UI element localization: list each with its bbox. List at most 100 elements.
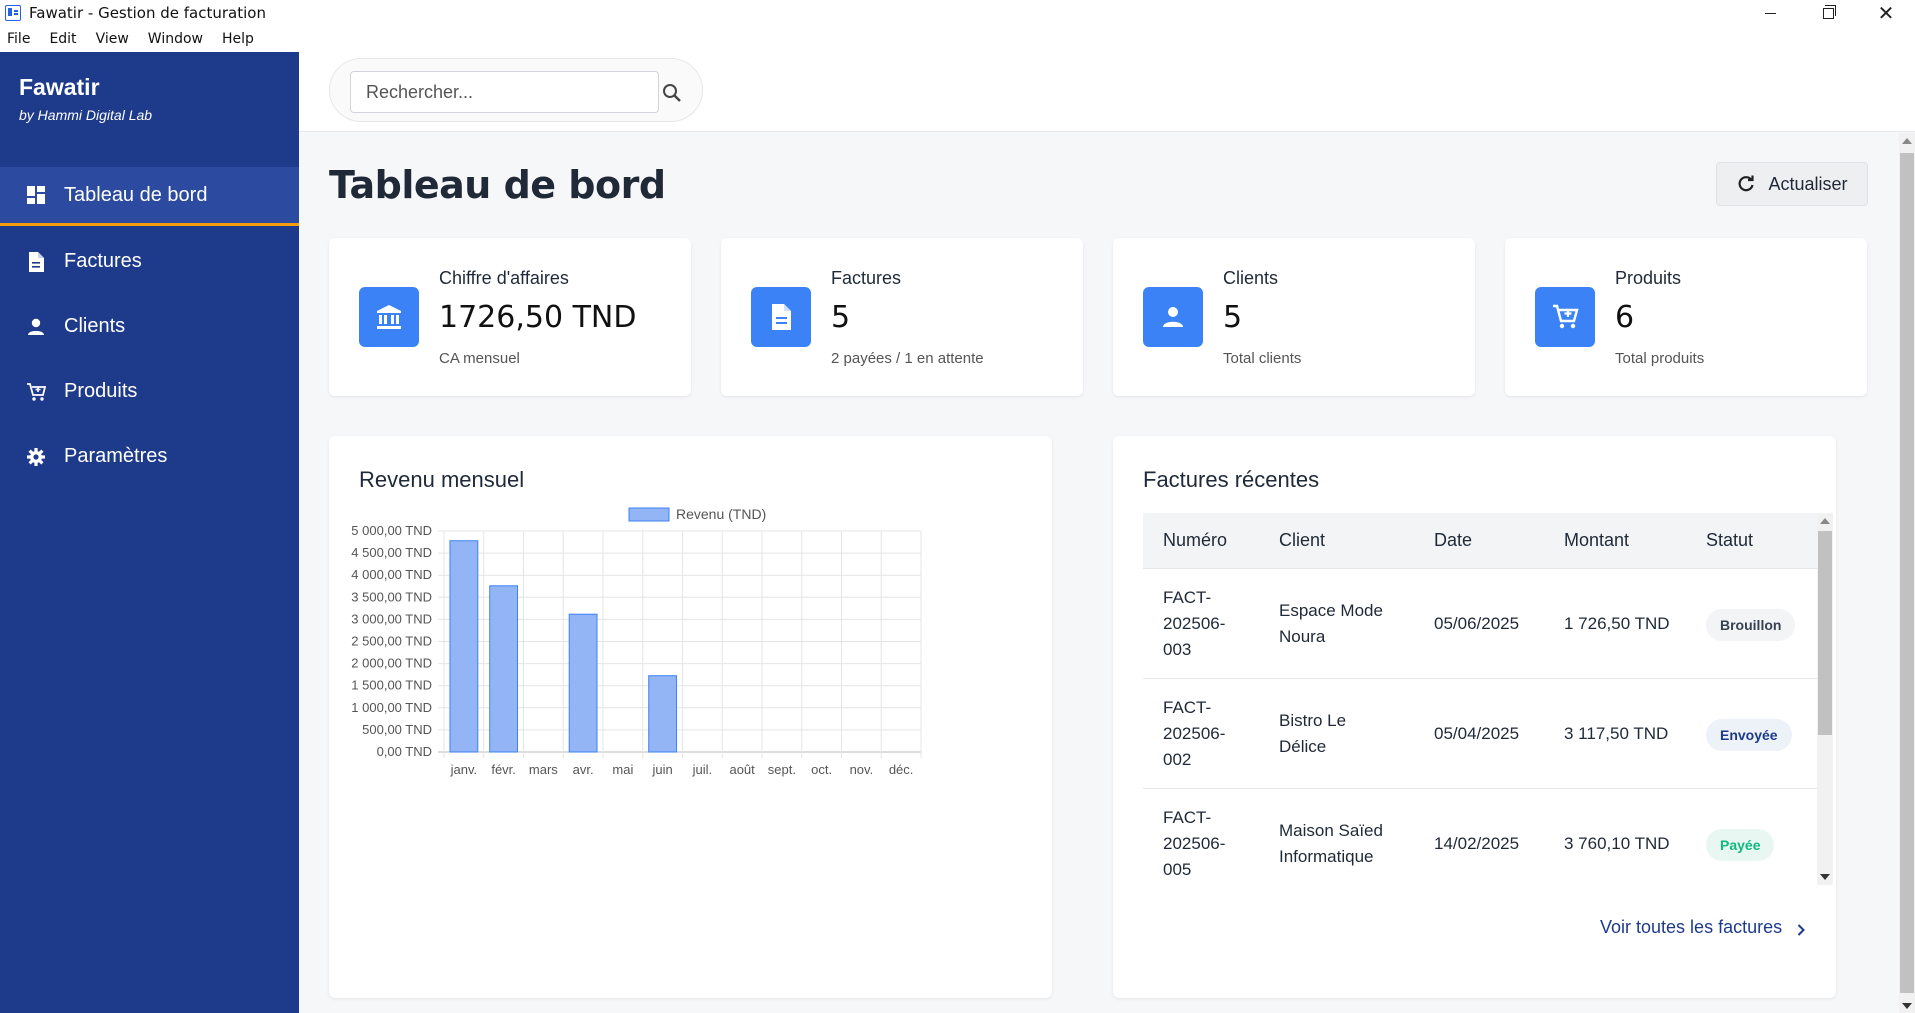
table-header: Numéro Client Date Montant Statut <box>1143 513 1817 569</box>
invoice-date: 05/04/2025 <box>1434 724 1520 743</box>
status-badge: Payée <box>1706 829 1775 861</box>
stat-sub: CA mensuel <box>439 350 520 367</box>
client-line: Maison Saïed <box>1279 821 1383 840</box>
stat-card-products: Produits 6 Total produits <box>1505 238 1867 396</box>
table-row[interactable]: FACT- 202506- 003 Espace Mode Noura 05/0… <box>1143 569 1817 679</box>
invoice-amount: 1 726,50 TND <box>1564 614 1670 633</box>
stat-card-clients: Clients 5 Total clients <box>1113 238 1475 396</box>
invoice-date: 05/06/2025 <box>1434 614 1520 633</box>
stat-card-invoices: Factures 5 2 payées / 1 en attente <box>721 238 1083 396</box>
brand: Fawatir by Hammi Digital Lab <box>0 52 299 165</box>
minimize-button[interactable] <box>1741 0 1799 26</box>
status-badge: Envoyée <box>1706 719 1792 751</box>
invoice-amount: 3 760,10 TND <box>1564 834 1670 853</box>
sidebar-item-label: Clients <box>64 315 126 337</box>
sidebar: Fawatir by Hammi Digital Lab Tableau de … <box>0 52 299 1013</box>
revenue-panel: Revenu mensuel 0,00 TND 500,00 TND 1 000,0… <box>329 436 1052 998</box>
refresh-icon <box>1736 174 1756 194</box>
invoice-number-line: 202506- <box>1163 614 1226 633</box>
person-icon <box>1143 287 1203 347</box>
y-tick-label: 5 000,00 TND <box>351 523 432 538</box>
column-header[interactable]: Statut <box>1706 530 1753 551</box>
column-header[interactable]: Client <box>1279 530 1325 551</box>
sidebar-item-produits[interactable]: Produits <box>0 362 299 421</box>
refresh-label: Actualiser <box>1768 173 1848 194</box>
invoice-number-line: 202506- <box>1163 834 1226 853</box>
bank-icon <box>359 287 419 347</box>
x-tick-label: sept. <box>768 762 796 777</box>
maximize-button[interactable] <box>1799 0 1857 26</box>
menu-window[interactable]: Window <box>148 31 203 47</box>
chart-bar <box>449 540 479 753</box>
column-header[interactable]: Numéro <box>1163 530 1227 551</box>
page-scrollbar[interactable] <box>1899 133 1915 1013</box>
table-row[interactable]: FACT- 202506- 005 Maison Saïed Informati… <box>1143 789 1817 885</box>
scroll-thumb[interactable] <box>1900 153 1914 993</box>
menu-view[interactable]: View <box>96 31 129 47</box>
scroll-thumb[interactable] <box>1818 531 1832 735</box>
sidebar-item-clients[interactable]: Clients <box>0 297 299 356</box>
stat-sub: 2 payées / 1 en attente <box>831 350 984 367</box>
chevron-right-icon <box>1794 921 1808 936</box>
y-tick-label: 1 000,00 TND <box>351 700 432 715</box>
client-line: Bistro Le <box>1279 711 1347 730</box>
stat-sub: Total clients <box>1223 350 1302 367</box>
x-tick-label: janv. <box>450 762 478 777</box>
sidebar-item-factures[interactable]: Factures <box>0 232 299 291</box>
invoices-table: Numéro Client Date Montant Statut FACT- … <box>1143 513 1833 885</box>
table-scrollbar[interactable] <box>1817 513 1833 885</box>
client-line: Espace Mode <box>1279 601 1383 620</box>
invoice-number-line: FACT- <box>1163 808 1212 827</box>
sidebar-item-label: Paramètres <box>64 445 168 467</box>
menu-help[interactable]: Help <box>222 31 254 47</box>
y-tick-label: 500,00 TND <box>362 722 432 737</box>
x-tick-label: nov. <box>850 762 874 777</box>
invoice-client: Bistro Le Délice <box>1279 708 1346 760</box>
invoice-client: Maison Saïed Informatique <box>1279 818 1383 870</box>
scroll-up-icon[interactable] <box>1820 518 1830 524</box>
legend-swatch <box>628 507 670 522</box>
scroll-down-icon[interactable] <box>1902 1003 1912 1009</box>
app-icon <box>5 5 21 21</box>
x-tick-label: mai <box>612 762 633 777</box>
scroll-up-icon[interactable] <box>1902 138 1912 144</box>
x-tick-label: déc. <box>889 762 914 777</box>
sidebar-item-label: Produits <box>64 380 138 402</box>
close-icon: ✕ <box>1877 1 1895 25</box>
invoice-number-line: 002 <box>1163 750 1192 769</box>
y-tick-label: 0,00 TND <box>377 744 432 759</box>
minimize-icon <box>1764 12 1776 14</box>
menu-edit[interactable]: Edit <box>49 31 76 47</box>
gear-icon <box>26 447 46 467</box>
menu-file[interactable]: File <box>7 31 30 47</box>
window-title: Fawatir - Gestion de facturation <box>29 4 266 22</box>
stat-label: Factures <box>831 268 902 288</box>
refresh-button[interactable]: Actualiser <box>1716 162 1868 206</box>
search-icon[interactable] <box>660 81 684 105</box>
x-tick-label: juil. <box>692 762 713 777</box>
sidebar-item-label: Factures <box>64 250 142 272</box>
main-content: Tableau de bord Actualiser Chiffre d'aff… <box>299 133 1899 1013</box>
table-row[interactable]: FACT- 202506- 002 Bistro Le Délice 05/04… <box>1143 679 1817 789</box>
legend-label: Revenu (TND) <box>676 506 766 522</box>
page-title: Tableau de bord <box>329 163 666 207</box>
search-input[interactable] <box>350 71 659 113</box>
column-header[interactable]: Montant <box>1564 530 1629 551</box>
sidebar-item-dashboard[interactable]: Tableau de bord <box>0 167 299 226</box>
scroll-down-icon[interactable] <box>1820 874 1830 880</box>
invoice-number: FACT- 202506- 005 <box>1163 805 1225 883</box>
stat-label: Produits <box>1615 268 1682 288</box>
y-tick-label: 3 000,00 TND <box>351 611 432 626</box>
x-tick-label: août <box>729 762 755 777</box>
column-header[interactable]: Date <box>1434 530 1472 551</box>
chart-bar <box>648 675 678 753</box>
see-all-invoices-link[interactable]: Voir toutes les factures <box>1600 917 1808 938</box>
cart-icon <box>26 382 46 402</box>
revenue-chart: 0,00 TND 500,00 TND 1 000,00 TND 1 500,00 T… <box>351 506 922 777</box>
y-tick-label: 4 500,00 TND <box>351 545 432 560</box>
invoice-number-line: FACT- <box>1163 588 1212 607</box>
invoice-number-line: FACT- <box>1163 698 1212 717</box>
chart-bar <box>568 613 598 753</box>
sidebar-item-parametres[interactable]: Paramètres <box>0 427 299 486</box>
close-button[interactable]: ✕ <box>1857 0 1915 26</box>
